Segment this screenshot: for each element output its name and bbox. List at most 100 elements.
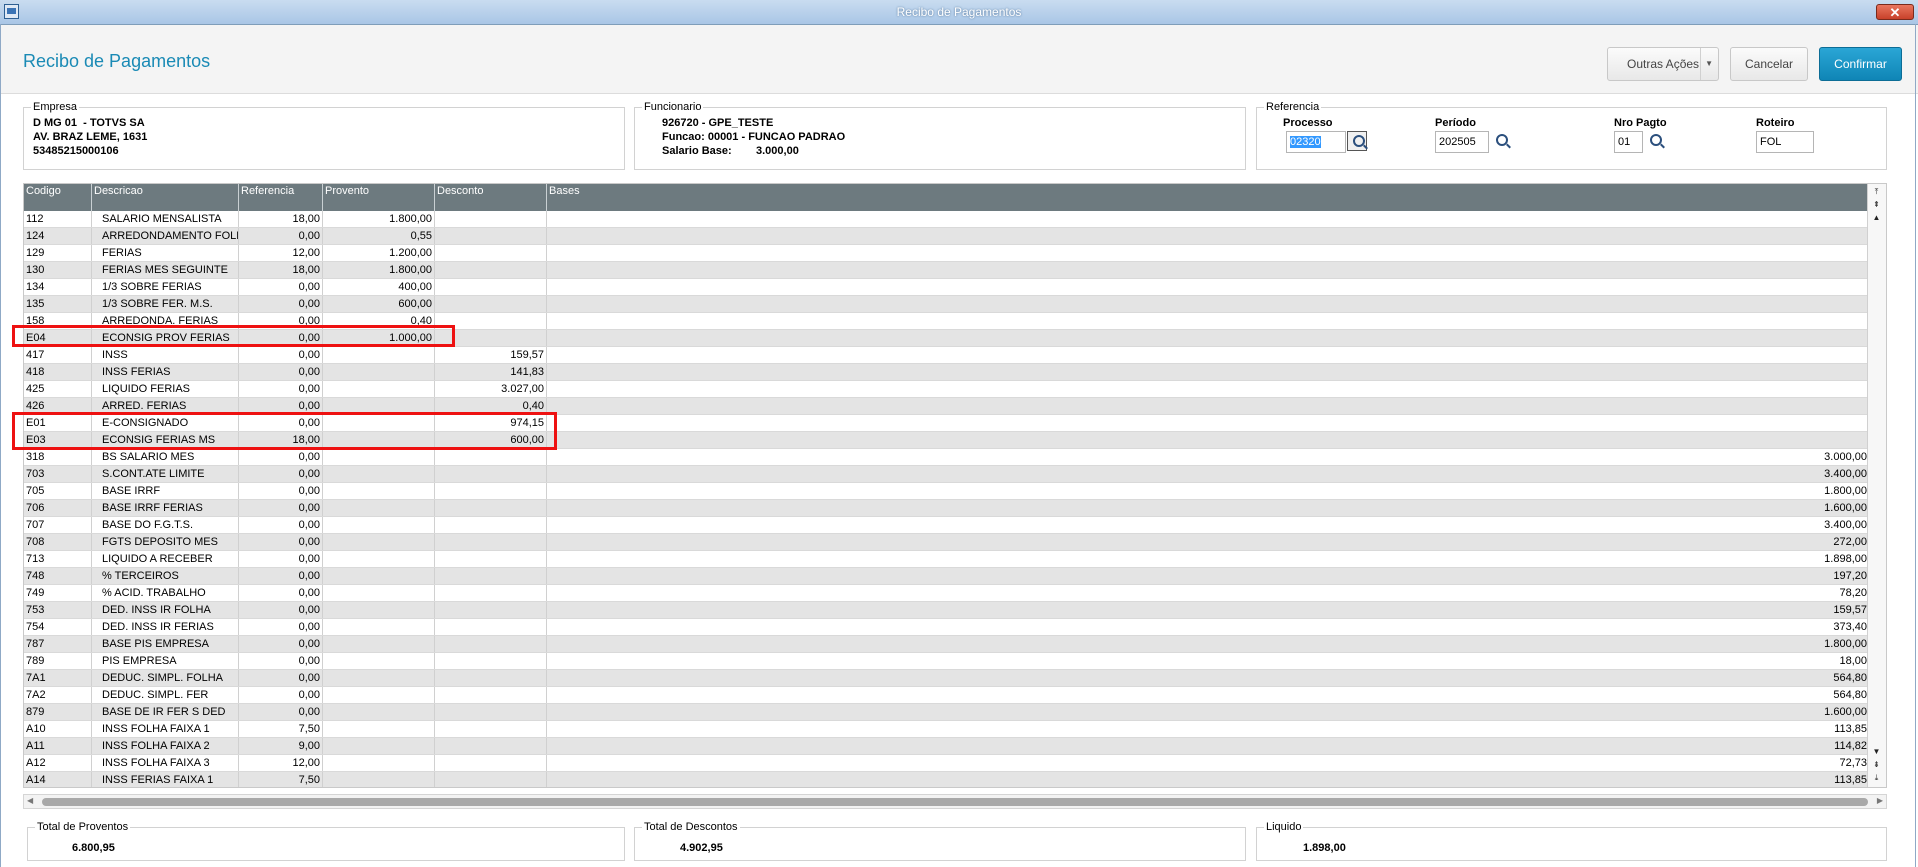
cell-provento (323, 500, 435, 516)
processo-label: Processo (1283, 117, 1333, 129)
cell-codigo: 754 (24, 619, 92, 635)
processo-search-button[interactable] (1347, 131, 1367, 151)
table-row[interactable]: 129 FERIAS 12,00 1.200,00 (24, 245, 1869, 262)
table-row[interactable]: 708 FGTS DEPOSITO MES 0,00 272,00 (24, 534, 1869, 551)
column-header-descricao[interactable]: Descricao (92, 184, 239, 211)
cell-bases (547, 228, 1869, 244)
column-header-referencia[interactable]: Referencia (239, 184, 323, 211)
cell-referencia: 0,00 (239, 585, 323, 601)
table-row[interactable]: A11 INSS FOLHA FAIXA 2 9,00 114,82 (24, 738, 1869, 755)
table-row[interactable]: 789 PIS EMPRESA 0,00 18,00 (24, 653, 1869, 670)
cell-desconto: 3.027,00 (435, 381, 547, 397)
table-row[interactable]: 134 1/3 SOBRE FERIAS 0,00 400,00 (24, 279, 1869, 296)
scroll-page-down-icon[interactable]: ⇟ (1871, 759, 1882, 770)
cell-descricao: INSS FERIAS (92, 364, 239, 380)
table-row[interactable]: 7A2 DEDUC. SIMPL. FER 0,00 564,80 (24, 687, 1869, 704)
table-row[interactable]: 703 S.CONT.ATE LIMITE 0,00 3.400,00 (24, 466, 1869, 483)
cell-referencia: 0,00 (239, 228, 323, 244)
table-row[interactable]: 124 ARREDONDAMENTO FOLHA 0,00 0,55 (24, 228, 1869, 245)
scroll-bottom-icon[interactable]: ⤓ (1871, 772, 1882, 783)
table-row[interactable]: 425 LIQUIDO FERIAS 0,00 3.027,00 (24, 381, 1869, 398)
scroll-right-icon[interactable]: ▶ (1877, 796, 1883, 805)
cell-provento: 1.800,00 (323, 211, 435, 227)
roteiro-input[interactable]: FOL (1756, 131, 1814, 153)
table-row[interactable]: 7A1 DEDUC. SIMPL. FOLHA 0,00 564,80 (24, 670, 1869, 687)
cell-referencia: 0,00 (239, 670, 323, 686)
grid-header: Codigo Descricao Referencia Provento Des… (24, 184, 1869, 211)
cell-descricao: FERIAS (92, 245, 239, 261)
table-row[interactable]: 754 DED. INSS IR FERIAS 0,00 373,40 (24, 619, 1869, 636)
table-row[interactable]: 130 FERIAS MES SEGUINTE 18,00 1.800,00 (24, 262, 1869, 279)
grid-body: Codigo Descricao Referencia Provento Des… (24, 184, 1869, 787)
table-row[interactable]: 418 INSS FERIAS 0,00 141,83 (24, 364, 1869, 381)
table-row[interactable]: 318 BS SALARIO MES 0,00 3.000,00 (24, 449, 1869, 466)
cell-bases (547, 296, 1869, 312)
column-header-codigo[interactable]: Codigo (24, 184, 92, 211)
cell-desconto: 159,57 (435, 347, 547, 363)
table-row[interactable]: 753 DED. INSS IR FOLHA 0,00 159,57 (24, 602, 1869, 619)
horizontal-scroll-thumb[interactable] (42, 798, 1868, 806)
nro-pagto-search-button[interactable] (1645, 131, 1665, 151)
processo-input[interactable]: 02320 (1286, 131, 1346, 153)
cell-referencia: 18,00 (239, 211, 323, 227)
cell-codigo: 135 (24, 296, 92, 312)
liquido-panel (1256, 827, 1887, 861)
table-row[interactable]: 713 LIQUIDO A RECEBER 0,00 1.898,00 (24, 551, 1869, 568)
outras-acoes-button[interactable]: Outras Ações ▼ (1607, 47, 1719, 81)
cancel-button[interactable]: Cancelar (1730, 47, 1808, 81)
confirm-button[interactable]: Confirmar (1819, 47, 1902, 81)
table-row[interactable]: 417 INSS 0,00 159,57 (24, 347, 1869, 364)
table-row[interactable]: A12 INSS FOLHA FAIXA 3 12,00 72,73 (24, 755, 1869, 772)
table-row[interactable]: A14 INSS FERIAS FAIXA 1 7,50 113,85 (24, 772, 1869, 787)
cell-codigo: 787 (24, 636, 92, 652)
cell-bases: 3.000,00 (1824, 451, 1867, 463)
cell-bases (547, 279, 1869, 295)
cell-bases (547, 347, 1869, 363)
column-header-bases[interactable]: Bases (547, 184, 1869, 211)
table-row[interactable]: 787 BASE PIS EMPRESA 0,00 1.800,00 (24, 636, 1869, 653)
nro-pagto-input[interactable]: 01 (1614, 131, 1643, 153)
scroll-down-icon[interactable]: ▼ (1871, 746, 1882, 757)
cell-desconto (435, 466, 547, 482)
cell-descricao: INSS FOLHA FAIXA 2 (92, 738, 239, 754)
scroll-up-icon[interactable]: ▲ (1871, 212, 1882, 223)
vertical-scrollbar[interactable]: ⤒ ⇞ ▲ ▼ ⇟ ⤓ (1867, 184, 1886, 787)
page-title: Recibo de Pagamentos (23, 51, 211, 71)
close-button[interactable]: ✕ (1876, 4, 1914, 20)
cell-descricao: 1/3 SOBRE FER. M.S. (92, 296, 239, 312)
cell-provento (323, 534, 435, 550)
cell-codigo: 425 (24, 381, 92, 397)
cell-codigo: 7A2 (24, 687, 92, 703)
periodo-search-button[interactable] (1491, 131, 1511, 151)
table-row[interactable]: 706 BASE IRRF FERIAS 0,00 1.600,00 (24, 500, 1869, 517)
funcionario-line-2: Funcao: 00001 - FUNCAO PADRAO (662, 131, 846, 143)
cell-descricao: BASE DO F.G.T.S. (92, 517, 239, 533)
scroll-page-up-icon[interactable]: ⇞ (1871, 199, 1882, 210)
cell-desconto (435, 636, 547, 652)
table-row[interactable]: 748% TERCEIROS 0,00 197,20 (24, 568, 1869, 585)
cell-bases (547, 211, 1869, 227)
cell-referencia: 0,00 (239, 704, 323, 720)
column-header-provento[interactable]: Provento (323, 184, 435, 211)
cell-descricao: DEDUC. SIMPL. FER (92, 687, 239, 703)
cell-desconto (435, 228, 547, 244)
column-header-desconto[interactable]: Desconto (435, 184, 547, 211)
table-row[interactable]: 707 BASE DO F.G.T.S. 0,00 3.400,00 (24, 517, 1869, 534)
table-row[interactable]: 749% ACID. TRABALHO 0,00 78,20 (24, 585, 1869, 602)
funcionario-label: Funcionario (642, 101, 704, 113)
cell-bases: 159,57 (1833, 604, 1867, 616)
table-row[interactable]: 112 SALARIO MENSALISTA 18,00 1.800,00 (24, 211, 1869, 228)
cell-bases: 3.400,00 (1824, 468, 1867, 480)
liquido-label: Liquido (1264, 821, 1304, 833)
horizontal-scrollbar[interactable]: ◀ ▶ (23, 794, 1887, 809)
table-row[interactable]: A10 INSS FOLHA FAIXA 1 7,50 113,85 (24, 721, 1869, 738)
cell-referencia: 0,00 (239, 466, 323, 482)
scroll-top-icon[interactable]: ⤒ (1871, 186, 1882, 197)
scroll-left-icon[interactable]: ◀ (27, 796, 33, 805)
table-row[interactable]: 879 BASE DE IR FER S DED 0,00 1.600,00 (24, 704, 1869, 721)
table-row[interactable]: 705 BASE IRRF 0,00 1.800,00 (24, 483, 1869, 500)
cell-provento (323, 483, 435, 499)
table-row[interactable]: 135 1/3 SOBRE FER. M.S. 0,00 600,00 (24, 296, 1869, 313)
periodo-input[interactable]: 202505 (1435, 131, 1489, 153)
cell-provento (323, 636, 435, 652)
